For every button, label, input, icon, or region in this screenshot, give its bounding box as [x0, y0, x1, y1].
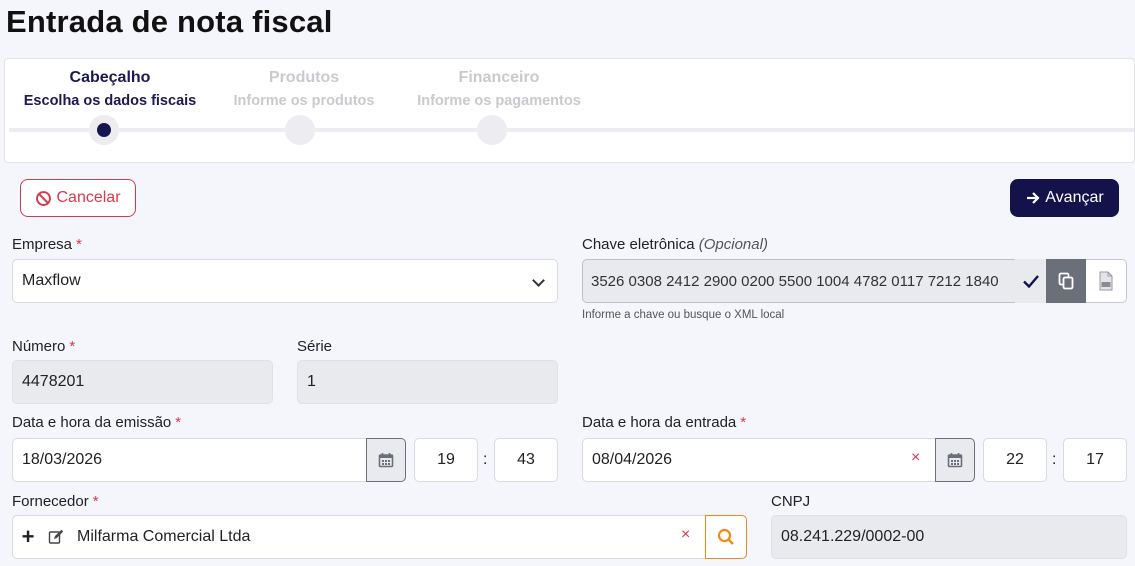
step-indicator-active	[89, 115, 119, 145]
search-icon	[717, 528, 734, 545]
emissao-date-input[interactable]: 18/03/2026	[12, 438, 368, 482]
step-title: Cabeçalho	[69, 69, 151, 86]
chave-helper-text: Informe a chave ou busque o XML local	[582, 309, 785, 321]
search-button[interactable]	[705, 515, 747, 559]
entrada-calendar-button[interactable]	[935, 438, 975, 482]
step-title: Financeiro	[458, 69, 540, 86]
step-subtitle: Informe os produtos	[233, 93, 375, 109]
empresa-select[interactable]: Maxflow	[12, 259, 558, 303]
emissao-calendar-button[interactable]	[366, 438, 406, 482]
step-track	[9, 128, 1134, 132]
entrada-hour-value: 22	[1006, 451, 1024, 468]
cancel-button[interactable]: Cancelar	[20, 179, 136, 217]
next-button[interactable]: Avançar	[1010, 179, 1119, 217]
step-title: Produtos	[268, 69, 340, 86]
cancel-label: Cancelar	[56, 189, 121, 206]
entrada-date-value: 08/04/2026	[592, 451, 673, 468]
chevron-down-icon	[532, 274, 545, 287]
emissao-hour-input[interactable]: 19	[414, 438, 478, 482]
time-separator: :	[483, 451, 488, 468]
cnpj-value: 08.241.229/0002-00	[781, 528, 925, 545]
entrada-date-input[interactable]: 08/04/2026	[582, 438, 937, 482]
step-subtitle: Escolha os dados fiscais	[23, 93, 197, 109]
cnpj-label: CNPJ	[771, 493, 811, 510]
empresa-value: Maxflow	[22, 272, 81, 289]
time-separator: :	[1052, 451, 1057, 468]
serie-value: 1	[307, 373, 316, 390]
pdf-button[interactable]	[1086, 259, 1127, 303]
edit-icon[interactable]	[43, 529, 69, 545]
emissao-minute-input[interactable]: 43	[494, 438, 558, 482]
step-produtos[interactable]: Produtos Informe os produtos	[227, 69, 381, 109]
fornecedor-label: Fornecedor *	[12, 493, 99, 510]
entrada-clear-icon[interactable]: ×	[911, 449, 920, 467]
numero-value: 4478201	[22, 373, 85, 390]
emissao-label: Data e hora da emissão *	[12, 414, 182, 431]
step-cabecalho[interactable]: Cabeçalho Escolha os dados fiscais	[21, 69, 199, 109]
serie-label: Série	[297, 338, 333, 355]
numero-field: 4478201	[12, 360, 273, 404]
stepper: Cabeçalho Escolha os dados fiscais Produ…	[4, 58, 1135, 163]
entrada-minute-input[interactable]: 17	[1063, 438, 1127, 482]
copy-icon	[1058, 272, 1074, 290]
cnpj-field: 08.241.229/0002-00	[771, 515, 1127, 559]
empresa-label: Empresa *	[12, 236, 82, 253]
step-indicator	[477, 115, 507, 145]
calendar-icon	[947, 453, 963, 468]
step-financeiro[interactable]: Financeiro Informe os pagamentos	[409, 69, 589, 109]
copy-button[interactable]	[1046, 259, 1086, 303]
fornecedor-clear-icon[interactable]: ×	[681, 526, 690, 544]
arrow-right-icon	[1027, 192, 1040, 204]
emissao-minute-value: 43	[517, 451, 535, 468]
emissao-hour-value: 19	[437, 451, 455, 468]
step-subtitle: Informe os pagamentos	[417, 93, 581, 109]
calendar-icon	[378, 453, 394, 468]
entrada-hour-input[interactable]: 22	[983, 438, 1047, 482]
serie-field: 1	[297, 360, 558, 404]
add-icon[interactable]: +	[13, 524, 43, 550]
check-icon	[1015, 259, 1047, 303]
next-label: Avançar	[1045, 189, 1104, 206]
step-indicator	[285, 115, 315, 145]
entrada-minute-value: 17	[1086, 451, 1104, 468]
chave-input[interactable]: 3526 0308 2412 2900 0200 5500 1004 4782 …	[582, 259, 1047, 303]
pdf-file-icon	[1099, 271, 1113, 291]
emissao-date-value: 18/03/2026	[22, 451, 103, 468]
chave-value: 3526 0308 2412 2900 0200 5500 1004 4782 …	[591, 272, 999, 290]
numero-label: Número *	[12, 338, 76, 355]
chave-label: Chave eletrônica (Opcional)	[582, 236, 768, 253]
entrada-label: Data e hora da entrada *	[582, 414, 747, 431]
cancel-circle-icon	[36, 190, 52, 206]
fornecedor-value: Milfarma Comercial Ltda	[77, 528, 251, 545]
fornecedor-input[interactable]: + Milfarma Comercial Ltda	[12, 515, 707, 559]
page-title: Entrada de nota fiscal	[6, 4, 333, 39]
